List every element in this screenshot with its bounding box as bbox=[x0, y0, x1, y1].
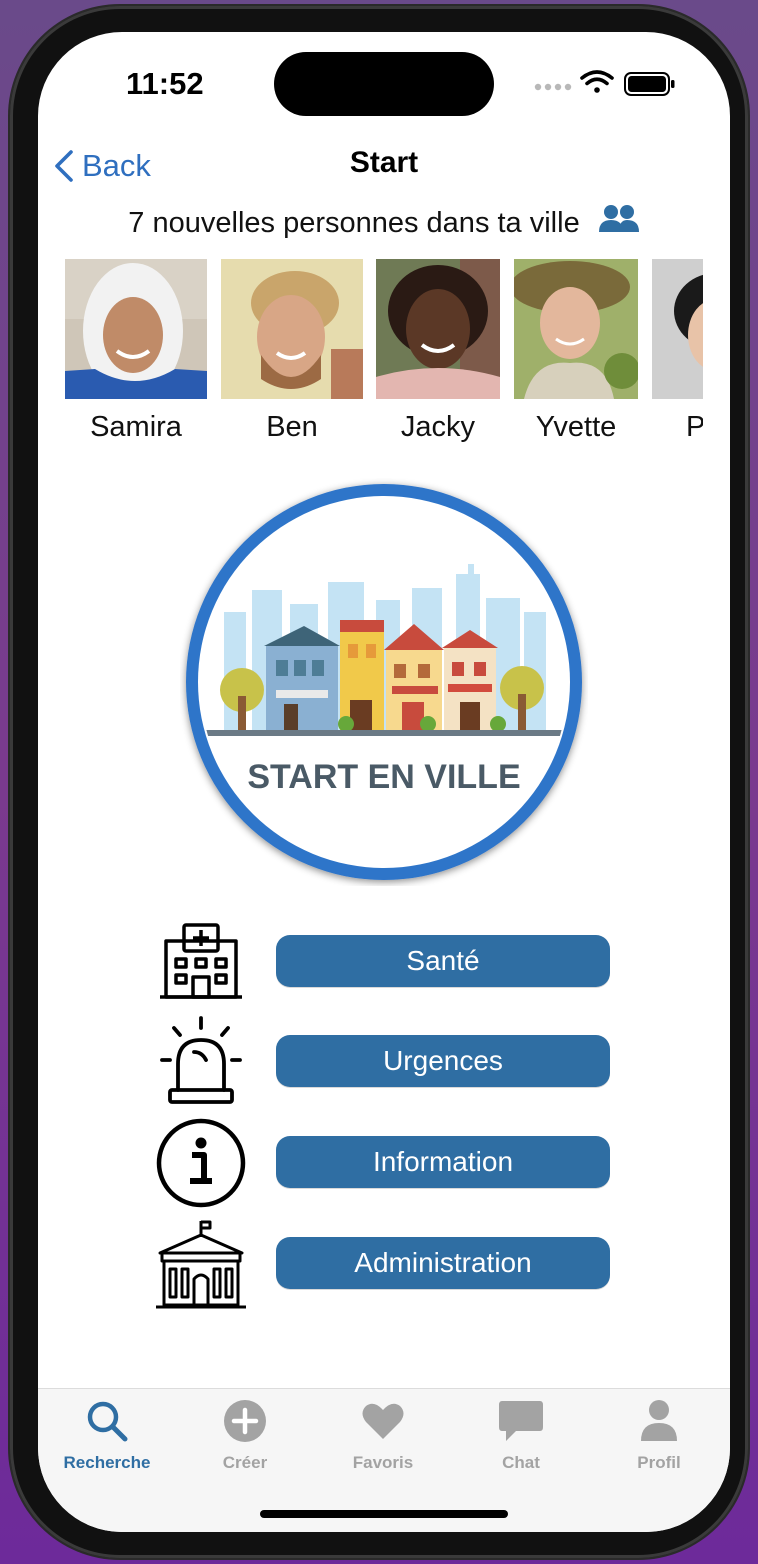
status-indicators bbox=[530, 70, 680, 100]
home-indicator[interactable] bbox=[260, 1510, 508, 1518]
person-name: Yvette bbox=[535, 411, 617, 443]
tab-label: Profil bbox=[637, 1453, 681, 1472]
info-icon bbox=[154, 1118, 248, 1208]
urgences-button[interactable]: Urgences bbox=[276, 1035, 610, 1087]
plus-circle-icon bbox=[176, 1397, 314, 1445]
information-button[interactable]: Information bbox=[276, 1136, 610, 1188]
headline-text: 7 nouvelles personnes dans ta ville bbox=[128, 206, 580, 239]
avatar bbox=[65, 259, 207, 399]
avatar bbox=[652, 259, 703, 399]
avatar bbox=[514, 259, 638, 399]
people-group-icon[interactable] bbox=[598, 204, 640, 242]
sante-button[interactable]: Santé bbox=[276, 935, 610, 987]
hospital-icon bbox=[154, 921, 248, 1011]
action-row-urgences: Urgences bbox=[38, 1016, 730, 1106]
avatar bbox=[376, 259, 500, 399]
tab-label: Recherche bbox=[63, 1453, 151, 1472]
tab-recherche[interactable]: Recherche bbox=[38, 1397, 176, 1473]
tab-label: Créer bbox=[222, 1453, 268, 1472]
action-row-sante: Santé bbox=[38, 921, 730, 1011]
person-card-ben[interactable]: Ben bbox=[221, 259, 363, 444]
chat-icon bbox=[452, 1397, 590, 1445]
wifi-icon bbox=[580, 70, 614, 93]
action-row-information: Information bbox=[38, 1118, 730, 1208]
tab-favoris[interactable]: Favoris bbox=[314, 1397, 452, 1473]
person-card-jacky[interactable]: Jacky bbox=[376, 259, 500, 444]
person-name: Ben bbox=[266, 411, 318, 443]
siren-icon bbox=[154, 1016, 248, 1106]
search-icon bbox=[38, 1397, 176, 1445]
person-name: Jacky bbox=[400, 411, 476, 443]
person-card-partial[interactable]: P bbox=[652, 259, 703, 444]
dynamic-island bbox=[274, 52, 494, 116]
heart-icon bbox=[314, 1397, 452, 1445]
battery-icon bbox=[624, 72, 675, 96]
person-name: P bbox=[686, 411, 703, 443]
tab-creer[interactable]: Créer bbox=[176, 1397, 314, 1473]
profile-icon bbox=[590, 1397, 728, 1445]
logo-wordmark: START EN VILLE bbox=[247, 758, 520, 796]
action-row-administration: Administration bbox=[38, 1219, 730, 1309]
tab-chat[interactable]: Chat bbox=[452, 1397, 590, 1473]
avatar bbox=[221, 259, 363, 399]
tab-label: Favoris bbox=[352, 1453, 414, 1472]
person-name: Samira bbox=[90, 411, 182, 443]
new-people-carousel[interactable]: Samira Ben Jacky Yvette P bbox=[65, 259, 703, 459]
person-card-yvette[interactable]: Yvette bbox=[514, 259, 638, 444]
status-time: 11:52 bbox=[126, 66, 204, 101]
page-title: Start bbox=[349, 146, 419, 179]
tab-profil[interactable]: Profil bbox=[590, 1397, 728, 1473]
start-en-ville-logo: START EN VILLE bbox=[180, 478, 588, 886]
administration-button[interactable]: Administration bbox=[276, 1237, 610, 1289]
city-hall-icon bbox=[154, 1219, 248, 1309]
new-people-headline: 7 nouvelles personnes dans ta ville bbox=[38, 204, 730, 242]
person-card-samira[interactable]: Samira bbox=[65, 259, 207, 444]
cellular-signal-icon bbox=[534, 83, 572, 91]
tab-label: Chat bbox=[502, 1453, 540, 1472]
app-screen: 11:52 Back Start 7 nouvelles personnes d… bbox=[38, 32, 730, 1532]
